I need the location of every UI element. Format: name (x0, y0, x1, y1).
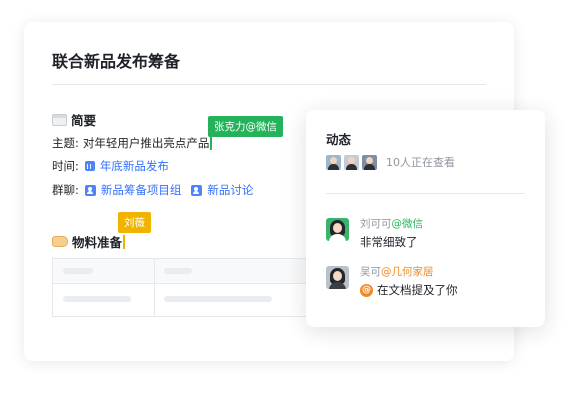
section-heading-materials-text: 物料准备 (72, 235, 123, 250)
group-chat-icon (191, 184, 203, 196)
collaborator-tag-green: 张克力@微信 (208, 116, 283, 137)
activity-text: 在文档提及了你 (377, 283, 458, 297)
table-placeholder (164, 296, 272, 302)
time-label: 时间: (52, 159, 79, 173)
calendar-icon (84, 161, 95, 171)
collaborator-tag-yellow: 刘薇 (118, 212, 151, 233)
activity-text-row: @ 在文档提及了你 (360, 282, 458, 298)
collaborator-cursor-green (210, 136, 212, 150)
viewers-count: 10人正在查看 (386, 156, 455, 169)
group-chat-icon (84, 184, 96, 196)
group-link-1[interactable]: 新品筹备项目组 (83, 182, 182, 198)
section-heading-brief: 简要 (52, 110, 96, 129)
time-row: 时间: 年底新品发布 (52, 158, 169, 174)
avatar (326, 218, 349, 241)
activity-divider (326, 193, 525, 194)
title-divider (52, 84, 486, 85)
theme-value[interactable]: 对年轻用户推出亮点产品 (83, 135, 210, 151)
viewer-avatar (362, 154, 377, 170)
activity-author: 刘可可@微信 (360, 218, 423, 230)
hand-emoji-icon (52, 236, 68, 247)
group-label: 群聊: (52, 183, 79, 197)
note-emoji-icon (52, 113, 67, 126)
activity-item[interactable]: 刘可可@微信 非常细致了 (326, 218, 423, 250)
table-placeholder (63, 296, 131, 302)
section-heading-materials: 物料准备 (52, 232, 125, 251)
viewer-avatar (326, 154, 341, 170)
group-link-2[interactable]: 新品讨论 (189, 182, 253, 198)
group-link-1-text: 新品筹备项目组 (100, 183, 182, 197)
mention-icon: @ (360, 283, 373, 297)
section-heading-brief-text: 简要 (71, 113, 97, 128)
activity-text: 非常细致了 (360, 235, 418, 249)
document-title: 联合新品发布筹备 (52, 52, 181, 71)
calendar-link[interactable]: 年底新品发布 (83, 158, 169, 174)
viewers-row[interactable]: 10人正在查看 (326, 154, 455, 170)
activity-panel: 动态 10人正在查看 刘可可@微信 非常细致了 吴可@几何家居 @ 在文档提及了… (306, 110, 545, 327)
theme-label: 主题: (52, 136, 79, 150)
group-row: 群聊: 新品筹备项目组 新品讨论 (52, 182, 253, 198)
activity-title: 动态 (326, 132, 352, 147)
collaborator-cursor-yellow (123, 234, 125, 249)
avatar (326, 266, 349, 289)
group-link-2-text: 新品讨论 (207, 183, 254, 197)
viewer-avatar (344, 154, 359, 170)
activity-item[interactable]: 吴可@几何家居 @ 在文档提及了你 (326, 266, 458, 298)
table-placeholder (164, 268, 192, 274)
activity-author: 吴可@几何家居 (360, 266, 434, 278)
calendar-link-text: 年底新品发布 (99, 159, 169, 173)
theme-row: 主题: 对年轻用户推出亮点产品 (52, 135, 212, 151)
table-placeholder (63, 268, 93, 274)
